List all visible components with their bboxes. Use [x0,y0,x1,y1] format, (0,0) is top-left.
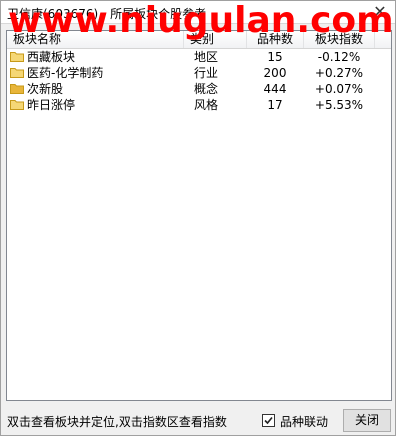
list-header: 板块名称 类别 品种数 板块指数 [7,31,391,49]
sector-count: 444 [263,82,287,96]
sector-index-change: +0.27% [314,66,364,80]
sector-category: 行业 [194,66,219,80]
sector-name: 西藏板块 [27,50,76,64]
sector-count: 200 [263,66,287,80]
sector-list: 板块名称 类别 品种数 板块指数 西藏板块 地区 15 -0.12% 医药-化学制药 行业… [6,30,392,401]
table-row[interactable]: 医药-化学制药 行业 200 +0.27% [7,65,391,81]
status-bar: 双击查看板块并定位,双击指数区查看指数 品种联动 关闭 [1,405,395,435]
dialog-window: 卫信康(603676) - 所属板块个股参考 ✕ 板块名称 类别 品种数 板块指… [0,0,396,436]
sector-count: 17 [267,98,283,112]
sync-checkbox-label[interactable]: 品种联动 [280,413,328,430]
sector-index-change: +0.07% [314,82,364,96]
sector-name: 昨日涨停 [27,98,76,112]
header-count[interactable]: 品种数 [247,31,304,48]
sector-category: 地区 [194,50,219,64]
table-row[interactable]: 次新股 概念 444 +0.07% [7,81,391,97]
list-body: 西藏板块 地区 15 -0.12% 医药-化学制药 行业 200 +0.27% 次新股 概念 444… [7,49,391,113]
checkmark-icon [264,416,273,425]
sector-count: 15 [267,50,283,64]
sector-index-change: +5.53% [314,98,364,112]
title-bar: 卫信康(603676) - 所属板块个股参考 ✕ [1,1,395,24]
header-sector-name[interactable]: 板块名称 [7,31,184,48]
header-index[interactable]: 板块指数 [304,31,375,48]
sync-checkbox[interactable] [262,414,275,427]
close-button[interactable]: 关闭 [343,409,391,432]
folder-icon [10,100,24,110]
sector-category: 风格 [194,98,219,112]
sector-name: 次新股 [27,82,64,96]
header-category[interactable]: 类别 [184,31,247,48]
table-row[interactable]: 昨日涨停 风格 17 +5.53% [7,97,391,113]
folder-icon [10,84,24,94]
hint-text: 双击查看板块并定位,双击指数区查看指数 [7,415,227,429]
table-row[interactable]: 西藏板块 地区 15 -0.12% [7,49,391,65]
sector-index-change: -0.12% [317,50,361,64]
close-icon[interactable]: ✕ [371,3,389,21]
window-title: 卫信康(603676) - 所属板块个股参考 [7,7,207,21]
folder-icon [10,68,24,78]
sector-category: 概念 [194,82,219,96]
sector-name: 医药-化学制药 [27,66,104,80]
folder-icon [10,52,24,62]
